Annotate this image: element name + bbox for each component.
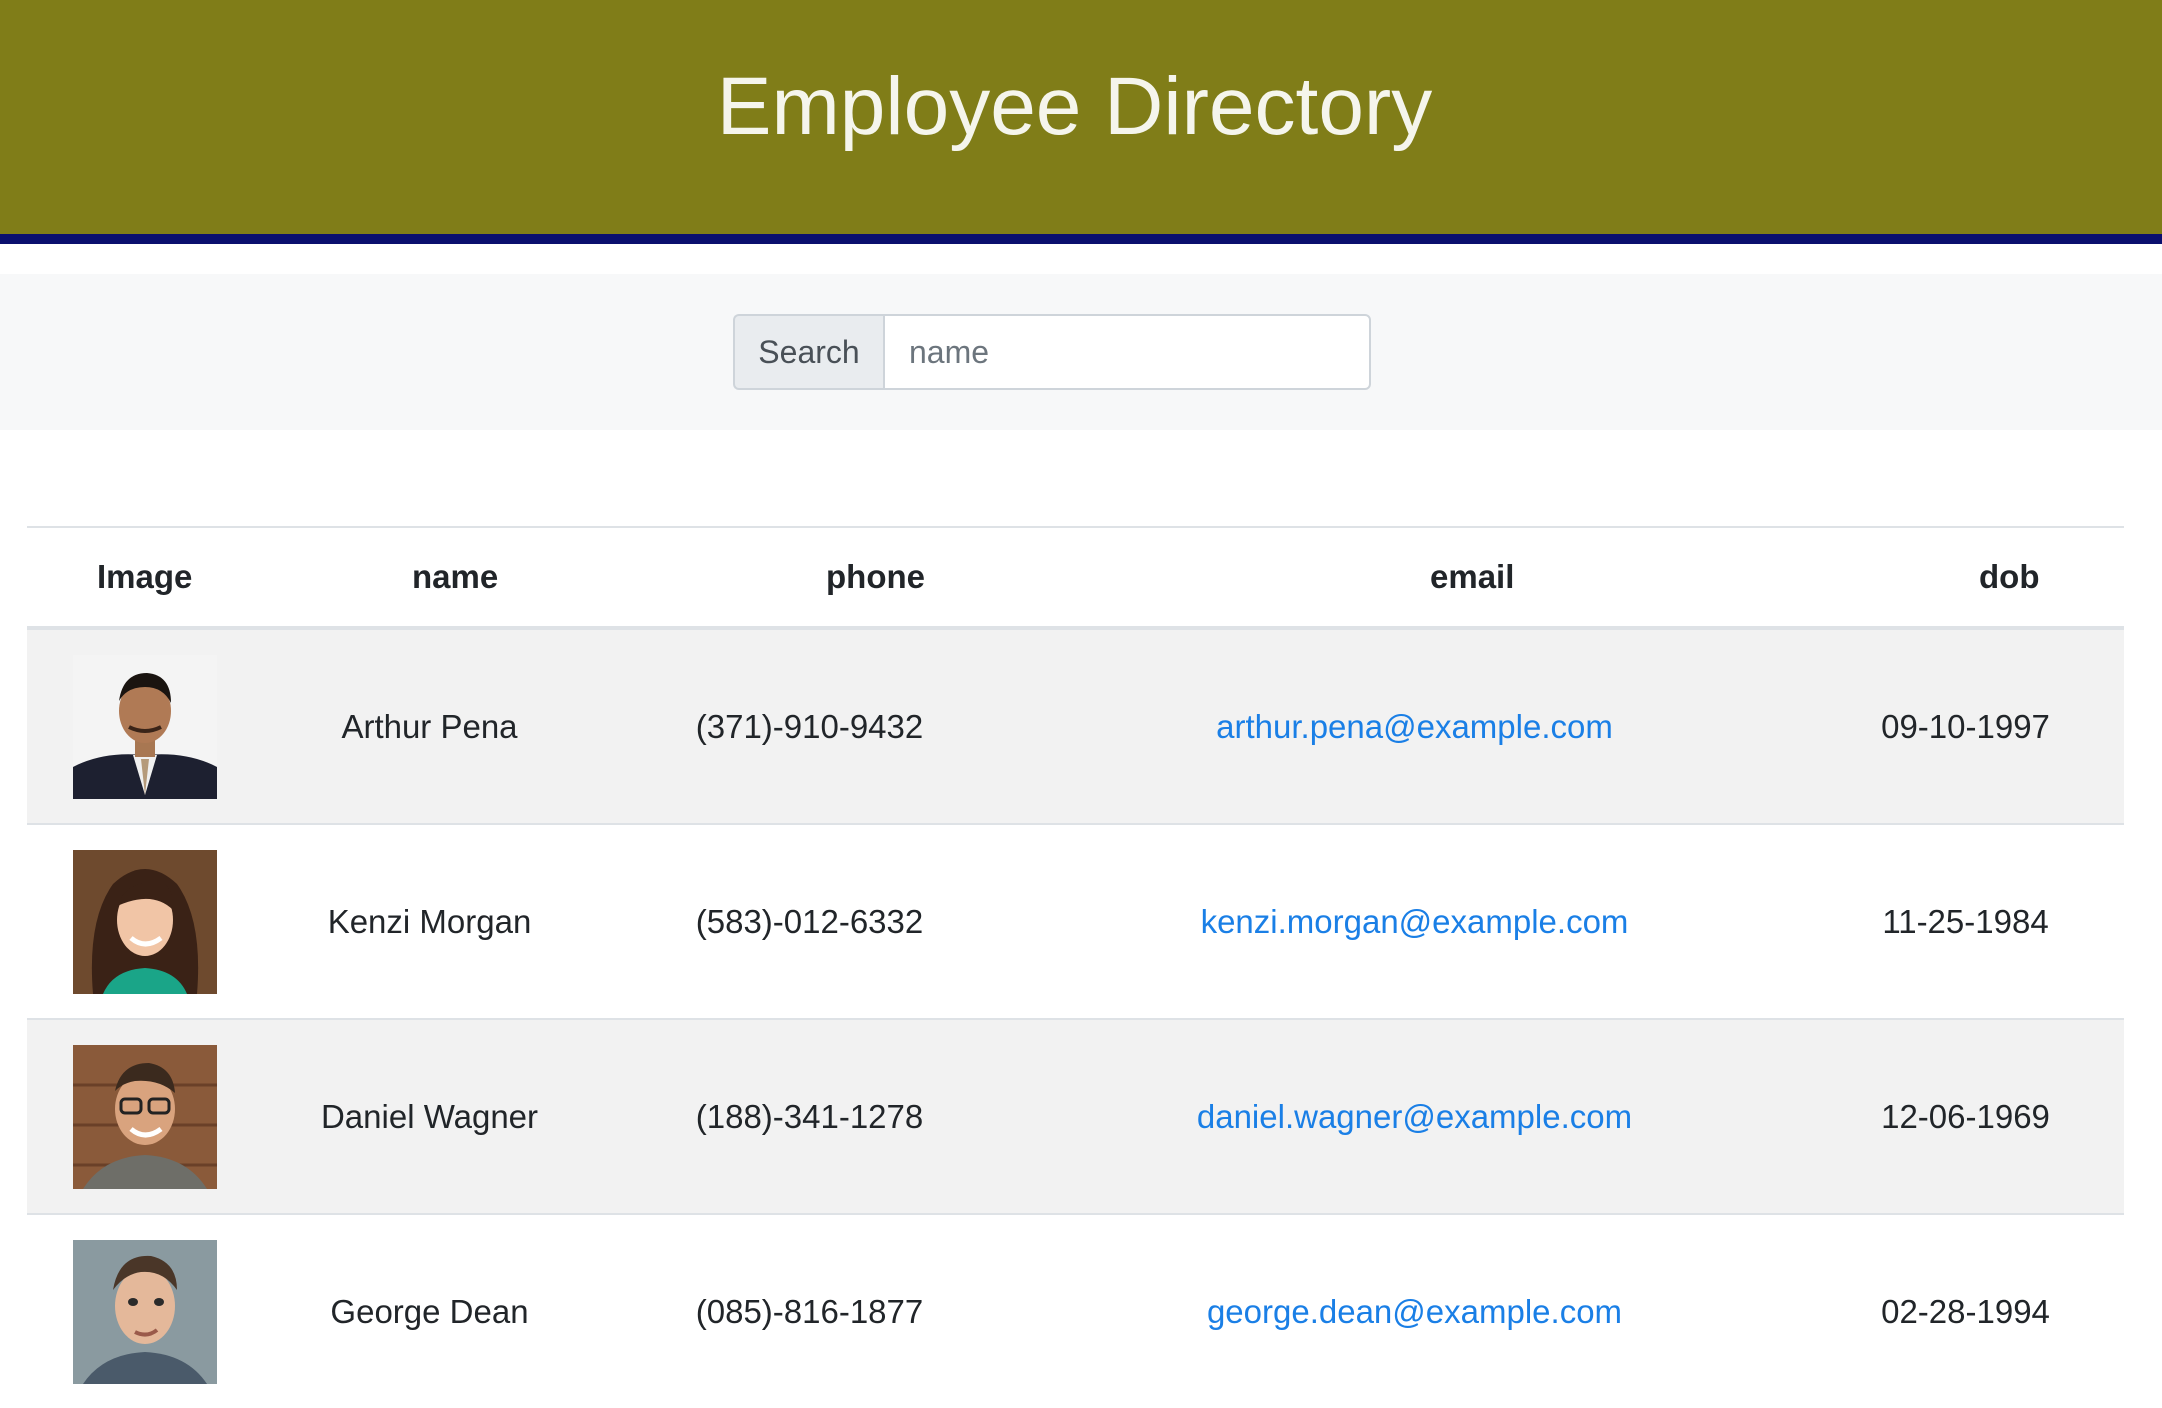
- dob-cell: 11-25-1984: [1807, 823, 2124, 1019]
- email-link[interactable]: george.dean@example.com: [1207, 1293, 1622, 1330]
- image-cell: [27, 627, 262, 824]
- column-header-image[interactable]: Image: [27, 526, 262, 630]
- table-header-row: Image name phone email dob: [27, 526, 2124, 630]
- page-title: Employee Directory: [716, 61, 1433, 152]
- column-header-phone[interactable]: phone: [597, 526, 1022, 630]
- email-cell: kenzi.morgan@example.com: [1022, 823, 1807, 1019]
- search-label: Search: [733, 314, 883, 390]
- email-cell: arthur.pena@example.com: [1022, 627, 1807, 824]
- employee-table-wrapper: Image name phone email dob Arthur Pena (…: [27, 526, 2124, 1408]
- email-link[interactable]: daniel.wagner@example.com: [1197, 1098, 1632, 1135]
- phone-cell: (583)-012-6332: [597, 823, 1022, 1019]
- name-cell: George Dean: [262, 1213, 597, 1408]
- image-cell: [27, 1018, 262, 1214]
- dob-cell: 09-10-1997: [1807, 627, 2124, 824]
- table-row: Arthur Pena (371)-910-9432 arthur.pena@e…: [27, 627, 2124, 824]
- phone-cell: (188)-341-1278: [597, 1018, 1022, 1214]
- name-cell: Kenzi Morgan: [262, 823, 597, 1019]
- dob-cell: 02-28-1994: [1807, 1213, 2124, 1408]
- avatar: [72, 849, 217, 994]
- column-header-dob[interactable]: dob: [1807, 526, 2124, 630]
- avatar: [72, 654, 217, 799]
- avatar: [72, 1044, 217, 1189]
- name-cell: Arthur Pena: [262, 627, 597, 824]
- dob-cell: 12-06-1969: [1807, 1018, 2124, 1214]
- employee-table: Image name phone email dob Arthur Pena (…: [27, 526, 2124, 1408]
- avatar: [72, 1239, 217, 1384]
- email-link[interactable]: arthur.pena@example.com: [1216, 708, 1613, 745]
- page-header: Employee Directory: [0, 0, 2162, 244]
- column-header-name[interactable]: name: [262, 526, 597, 630]
- column-header-email[interactable]: email: [1022, 526, 1807, 630]
- table-row: Daniel Wagner (188)-341-1278 daniel.wagn…: [27, 1018, 2124, 1214]
- phone-cell: (371)-910-9432: [597, 627, 1022, 824]
- email-cell: daniel.wagner@example.com: [1022, 1018, 1807, 1214]
- phone-cell: (085)-816-1877: [597, 1213, 1022, 1408]
- image-cell: [27, 1213, 262, 1408]
- email-cell: george.dean@example.com: [1022, 1213, 1807, 1408]
- search-input-group: Search: [733, 314, 1371, 390]
- email-link[interactable]: kenzi.morgan@example.com: [1201, 903, 1629, 940]
- search-input[interactable]: [883, 314, 1371, 390]
- table-row: George Dean (085)-816-1877 george.dean@e…: [27, 1213, 2124, 1408]
- image-cell: [27, 823, 262, 1019]
- table-row: Kenzi Morgan (583)-012-6332 kenzi.morgan…: [27, 823, 2124, 1019]
- search-bar: Search: [0, 274, 2162, 430]
- name-cell: Daniel Wagner: [262, 1018, 597, 1214]
